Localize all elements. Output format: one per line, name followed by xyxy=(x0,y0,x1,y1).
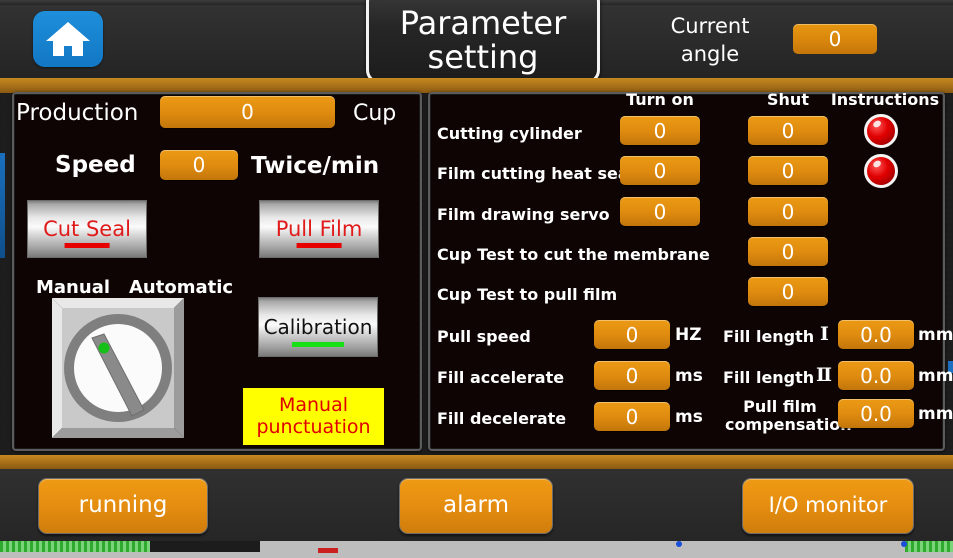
io-monitor-button[interactable]: I/O monitor xyxy=(742,478,914,534)
fill-decelerate-field[interactable]: 0 xyxy=(594,402,670,431)
fill-decelerate-unit: ms xyxy=(675,407,703,427)
speed-label: Speed xyxy=(55,152,136,178)
alarm-button[interactable]: alarm xyxy=(399,478,553,534)
film-drawing-servo-turn-on-field[interactable]: 0 xyxy=(620,197,700,226)
page-title-plate[interactable]: Parameter setting xyxy=(366,0,600,84)
production-value-field[interactable]: 0 xyxy=(160,96,335,128)
pull-film-button[interactable]: Pull Film xyxy=(259,200,379,258)
bottom-strip-dark-block xyxy=(150,541,260,552)
film-cutting-heat-seal-turn-on-field[interactable]: 0 xyxy=(620,156,700,185)
fill-length-1-field[interactable]: 0.0 xyxy=(838,320,914,349)
manual-punctuation-button[interactable]: Manual punctuation xyxy=(243,388,384,445)
bottom-strip-left-texture xyxy=(0,541,150,552)
fill-length-2-field[interactable]: 0.0 xyxy=(838,361,914,390)
calibration-indicator-bar xyxy=(292,342,344,347)
footer-bar: running alarm I/O monitor xyxy=(0,469,953,541)
speed-unit-label: Twice/min xyxy=(251,153,380,179)
param-label-fill-decelerate: Fill decelerate xyxy=(437,409,567,428)
column-header-turn-on: Turn on xyxy=(626,90,694,109)
param-label-pull-speed: Pull speed xyxy=(437,327,531,346)
row-label-cutting-cylinder: Cutting cylinder xyxy=(437,124,582,143)
cut-seal-indicator-bar xyxy=(64,243,110,248)
current-angle-value[interactable]: 0 xyxy=(793,24,877,54)
cut-seal-label: Cut Seal xyxy=(43,217,131,241)
automatic-mode-label: Automatic xyxy=(129,277,234,298)
pull-film-compensation-unit: mm xyxy=(918,404,953,424)
manual-mode-label: Manual xyxy=(36,277,111,298)
row-label-cup-test-pull-film: Cup Test to pull film xyxy=(437,285,618,304)
pull-film-compensation-field[interactable]: 0.0 xyxy=(838,399,914,428)
bottom-strip-dot-center xyxy=(676,541,682,547)
film-cutting-heat-seal-status-lamp[interactable] xyxy=(864,154,898,188)
param-label-pull-film-compensation: Pull film compensation xyxy=(725,397,852,435)
cutting-cylinder-status-lamp[interactable] xyxy=(864,114,898,148)
cup-test-pull-film-shut-field[interactable]: 0 xyxy=(748,277,828,306)
speed-value-field[interactable]: 0 xyxy=(160,150,238,180)
right-panel xyxy=(428,92,945,451)
mode-selector-switch-icon[interactable] xyxy=(52,298,184,438)
home-button[interactable] xyxy=(33,11,103,67)
fill-length-1-unit: mm xyxy=(918,325,953,345)
bottom-strip-red-mark xyxy=(318,548,338,553)
current-angle-label: Current angle xyxy=(670,14,750,67)
page-title: Parameter setting xyxy=(399,4,567,76)
bottom-strip-dot-right xyxy=(901,541,907,547)
fill-accelerate-field[interactable]: 0 xyxy=(594,361,670,390)
production-label: Production xyxy=(16,100,139,126)
fill-length-2-unit: mm xyxy=(918,366,953,386)
header-bar: Parameter setting Current angle 0 xyxy=(0,0,953,84)
left-edge-accent xyxy=(0,153,5,258)
cup-test-cut-membrane-shut-field[interactable]: 0 xyxy=(748,237,828,266)
roman-numeral-two: Ⅱ xyxy=(816,364,833,386)
column-header-instructions: Instructions xyxy=(830,90,940,109)
production-unit-label: Cup xyxy=(353,101,397,126)
calibration-label: Calibration xyxy=(263,315,373,339)
home-icon xyxy=(46,22,90,56)
pull-speed-field[interactable]: 0 xyxy=(594,320,670,349)
param-label-fill-length-1: Fill length xyxy=(723,327,815,346)
bottom-strip-right-texture xyxy=(905,541,953,552)
pull-film-indicator-bar xyxy=(296,243,342,248)
film-cutting-heat-seal-shut-field[interactable]: 0 xyxy=(748,156,828,185)
hmi-screen: Parameter setting Current angle 0 Produc… xyxy=(0,0,953,558)
running-button[interactable]: running xyxy=(38,478,208,534)
roman-numeral-one: Ⅰ xyxy=(820,323,829,345)
cutting-cylinder-shut-field[interactable]: 0 xyxy=(748,116,828,145)
bronze-divider-bottom xyxy=(0,455,953,469)
param-label-fill-accelerate: Fill accelerate xyxy=(437,368,565,387)
param-label-fill-length-2: Fill length xyxy=(723,368,815,387)
cut-seal-button[interactable]: Cut Seal xyxy=(27,200,147,258)
pull-film-label: Pull Film xyxy=(275,217,363,241)
row-label-cup-test-cut-membrane: Cup Test to cut the membrane xyxy=(437,245,710,264)
row-label-film-drawing-servo: Film drawing servo xyxy=(437,205,610,224)
cutting-cylinder-turn-on-field[interactable]: 0 xyxy=(620,116,700,145)
pull-speed-unit: HZ xyxy=(675,325,702,345)
bottom-artifact-strip xyxy=(0,541,953,558)
film-drawing-servo-shut-field[interactable]: 0 xyxy=(748,197,828,226)
fill-accelerate-unit: ms xyxy=(675,366,703,386)
calibration-button[interactable]: Calibration xyxy=(258,297,378,357)
row-label-film-cutting-heat-seal: Film cutting heat seal xyxy=(437,164,635,183)
